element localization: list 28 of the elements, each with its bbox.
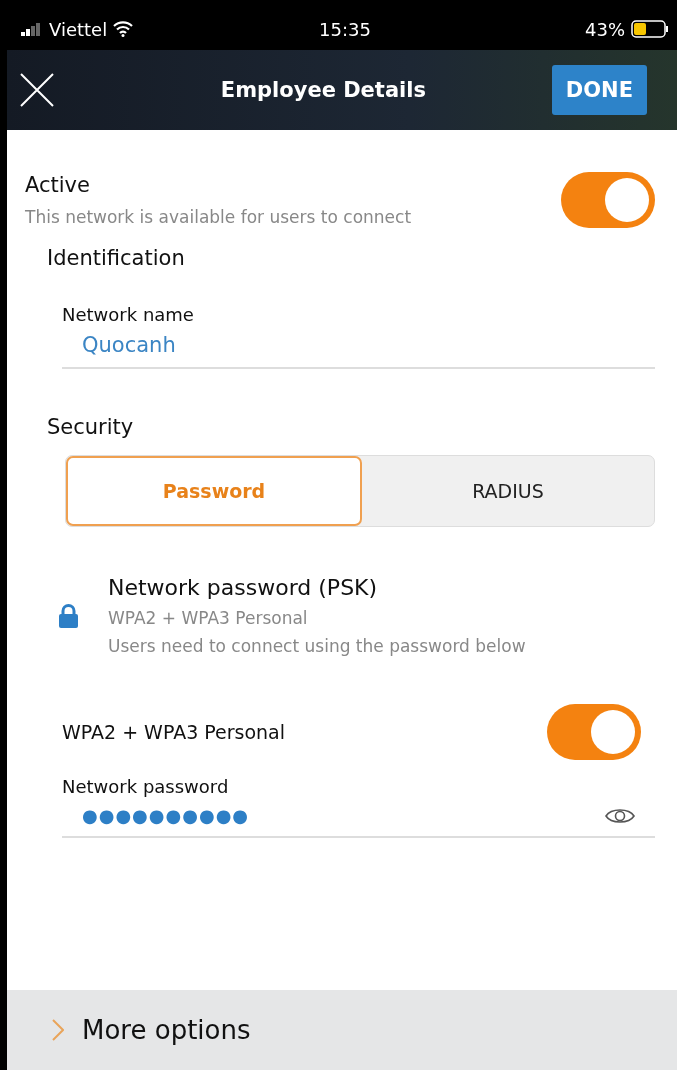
field-label: Network name (62, 304, 194, 325)
option-subtitle: WPA2 + WPA3 Personal (108, 608, 309, 628)
wpa-label: WPA2 + WPA3 Personal (62, 721, 286, 743)
lock-icon (59, 603, 78, 628)
done-button[interactable]: DONE (551, 65, 647, 115)
screen-title: Employee Details (220, 78, 426, 102)
field-label: Network password (62, 776, 229, 797)
active-label: Active (25, 173, 91, 197)
signal-icon (21, 22, 43, 36)
toggle-switch[interactable] (547, 704, 641, 760)
password-field[interactable]: ●●●●●●●●●● (82, 805, 250, 826)
more-options-label: More options (82, 1015, 251, 1045)
wifi-icon (113, 21, 134, 37)
active-description: This network is available for users to connect (25, 207, 412, 227)
carrier-name: Viettel (49, 18, 108, 40)
segment-tab[interactable]: RADIUS (362, 456, 654, 526)
section-heading: Identification (47, 246, 185, 270)
option-description: Users need to connect using the password below (108, 636, 526, 656)
more-options-bar[interactable]: More options (7, 990, 677, 1070)
section-heading: Security (47, 415, 134, 439)
segment-tab[interactable]: Password (66, 456, 362, 526)
status-time: 15:35 (319, 18, 371, 40)
close-icon[interactable] (19, 72, 55, 108)
option-title: Network password (PSK) (108, 575, 379, 600)
battery-percent: 43% (585, 18, 625, 40)
network-name-field[interactable]: Quocanh (82, 333, 176, 357)
toggle-switch[interactable] (561, 172, 655, 228)
battery-icon (631, 20, 669, 38)
